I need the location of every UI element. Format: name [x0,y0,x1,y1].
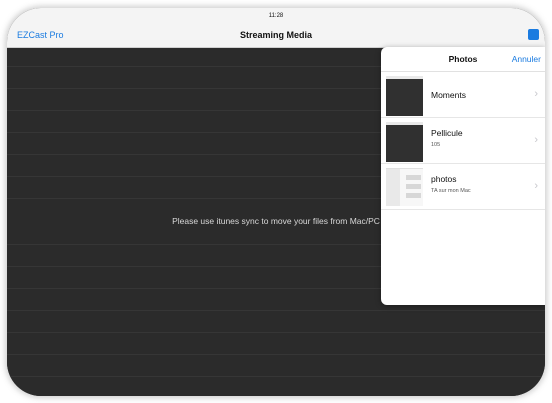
popover-header: Photos Annuler [381,47,545,72]
row-divider [7,310,545,311]
album-thumbnail [386,76,423,116]
album-thumbnail [386,168,423,206]
row-divider [7,354,545,355]
album-name: Pellicule [431,128,463,138]
share-icon[interactable] [528,29,539,40]
album-thumbnail [386,122,423,162]
device-frame: 11:28 EZCast Pro Streaming Media Please … [7,8,545,396]
album-count: 105 [431,142,441,148]
row-divider [7,332,545,333]
chevron-right-icon: › [534,88,538,100]
album-row-pellicule[interactable]: Pellicule 105 › [381,118,545,164]
page-title: Streaming Media [239,30,313,40]
navigation-bar: EZCast Pro Streaming Media [7,24,545,48]
album-subtitle: TA sur mon Mac [431,188,471,194]
status-time: 11:28 [268,13,284,19]
chevron-right-icon: › [534,134,538,146]
album-name: Moments [431,90,466,100]
album-row-moments[interactable]: Moments › [381,72,545,118]
cancel-button[interactable]: Annuler [512,54,541,64]
album-row-photos[interactable]: photos TA sur mon Mac › [381,164,545,210]
status-bar: 11:28 [7,8,545,24]
chevron-right-icon: › [534,180,538,192]
album-name: photos [431,174,457,184]
photos-popover: Photos Annuler Moments › Pellicule 105 ›… [381,47,545,305]
row-divider [7,376,545,377]
